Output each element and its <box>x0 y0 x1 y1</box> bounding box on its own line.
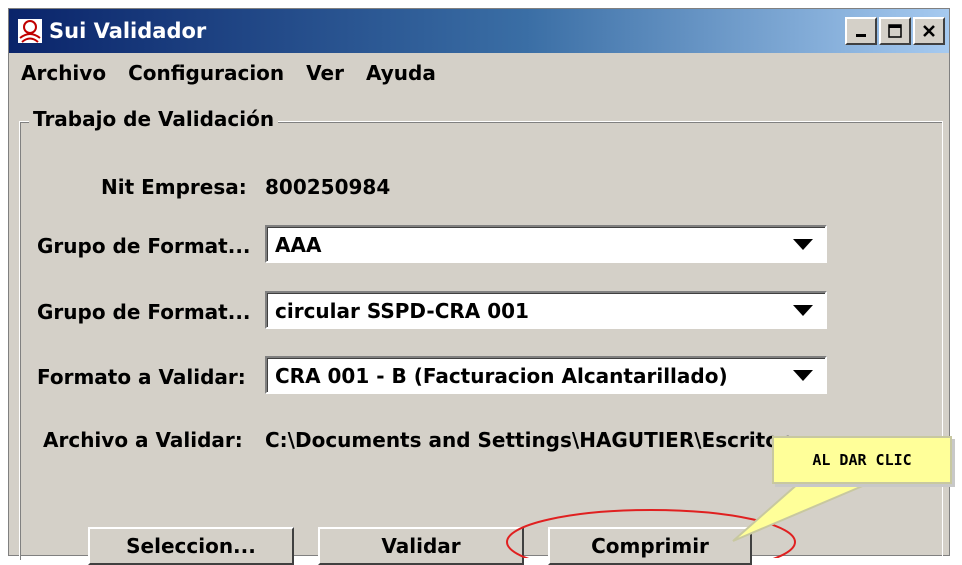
callout-note: AL DAR CLIC <box>772 436 952 484</box>
callout-pointer <box>732 481 873 542</box>
